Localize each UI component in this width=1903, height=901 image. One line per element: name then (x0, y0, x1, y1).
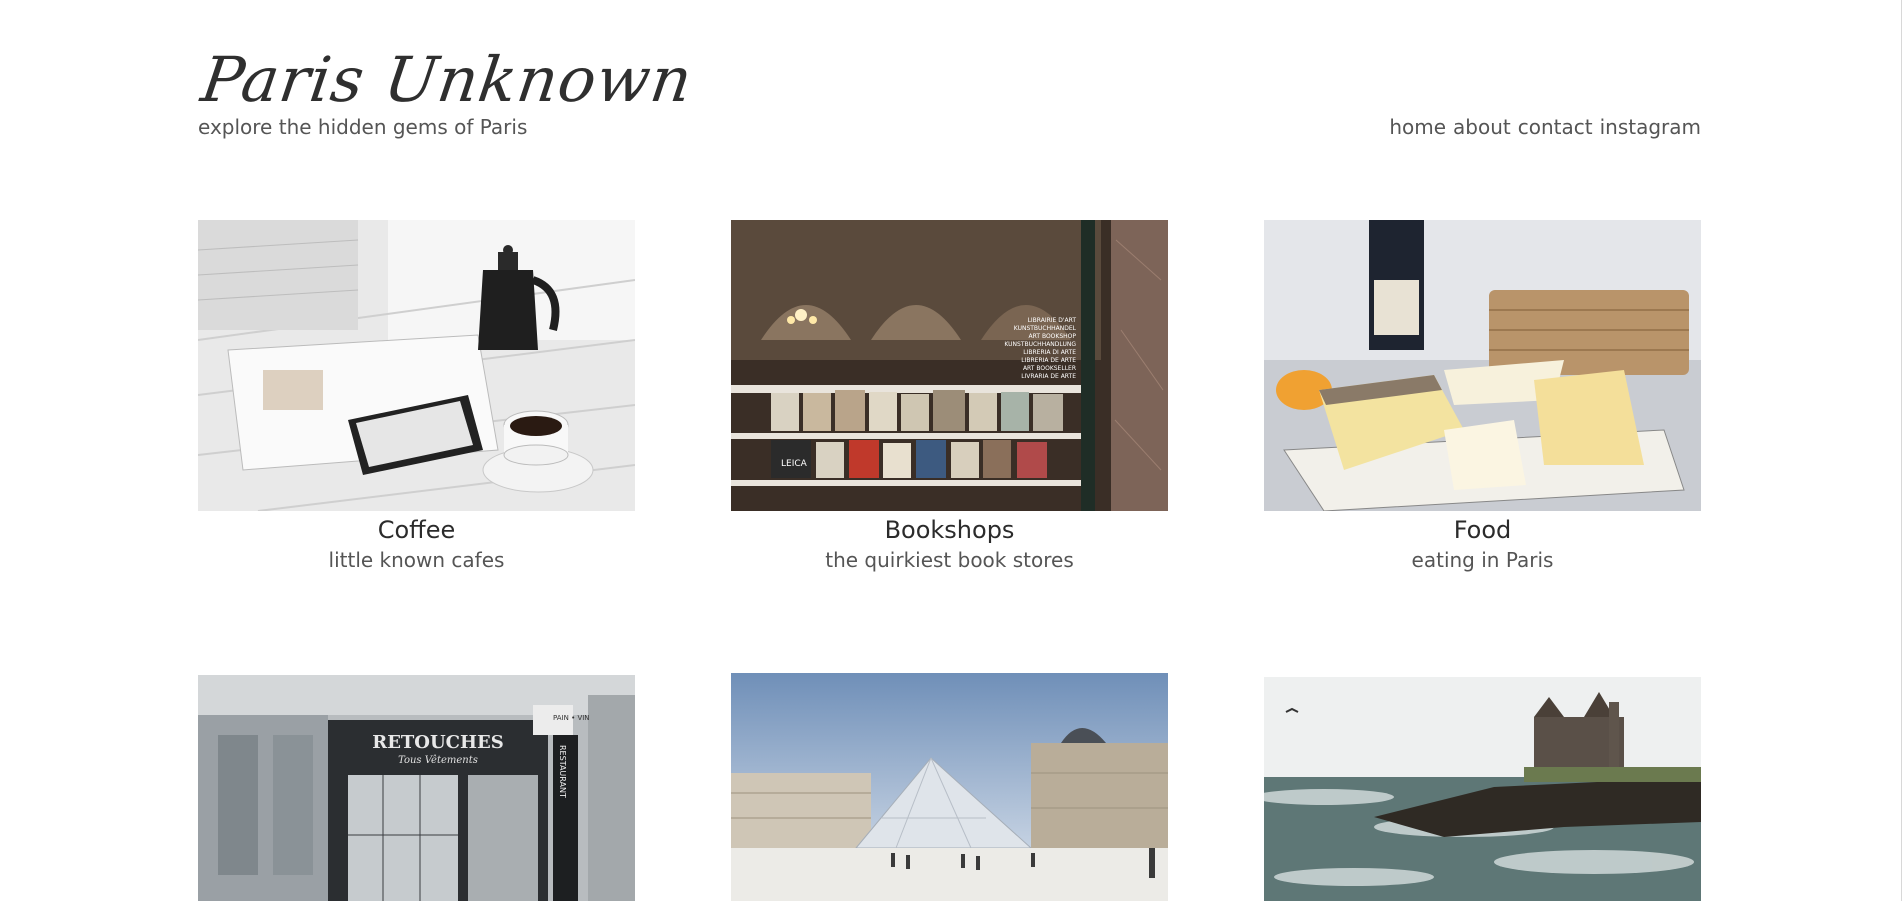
storefront-subsign-text: Tous Vêtements (398, 755, 478, 766)
bookshops-photo[interactable]: LEICA LIBRAIRIE D'ART KUNSTBUCHHANDEL AR… (731, 220, 1168, 511)
svg-text:LIBRERIA DE ARTE: LIBRERIA DE ARTE (1021, 357, 1076, 364)
storefront-corner-text: PAIN • VIN (553, 714, 590, 722)
bookshop-spine-text: LEICA (781, 459, 808, 469)
svg-text:LIVRARIA DE ARTE: LIVRARIA DE ARTE (1021, 373, 1076, 380)
card-subtitle: little known cafes (328, 548, 505, 572)
scrollbar-track[interactable] (1901, 0, 1902, 901)
card-bookshops[interactable]: LEICA LIBRAIRIE D'ART KUNSTBUCHHANDEL AR… (731, 220, 1168, 580)
coffee-photo[interactable] (198, 220, 635, 511)
svg-text:LIBRAIRIE D'ART: LIBRAIRIE D'ART (1028, 317, 1077, 324)
nav-contact-link[interactable]: contact (1518, 115, 1593, 139)
svg-text:ART BOOKSELLER: ART BOOKSELLER (1023, 365, 1076, 372)
card-subtitle: the quirkiest book stores (825, 548, 1074, 572)
svg-text:LIBRERIA DI ARTE: LIBRERIA DI ARTE (1023, 349, 1076, 356)
site-tagline: explore the hidden gems of Paris (198, 115, 528, 139)
svg-text:KUNSTBUCHHANDEL: KUNSTBUCHHANDEL (1014, 325, 1077, 332)
coast-photo[interactable] (1264, 677, 1701, 901)
card-title[interactable]: Coffee (198, 515, 635, 545)
storefront-vertical-text: RESTAURANT (558, 745, 567, 798)
storefront-photo[interactable]: RETOUCHES Tous Vêtements PAIN • VIN REST… (198, 675, 635, 901)
card-title[interactable]: Food (1264, 515, 1701, 545)
card-coffee[interactable]: Coffee little known cafes (198, 220, 635, 580)
svg-text:KUNSTBUCHHANDLUNG: KUNSTBUCHHANDLUNG (1004, 341, 1076, 348)
louvre-photo[interactable] (731, 673, 1168, 901)
card-food[interactable]: Food eating in Paris (1264, 220, 1701, 580)
svg-text:ART BOOKSHOP: ART BOOKSHOP (1029, 333, 1077, 340)
card-title[interactable]: Bookshops (731, 515, 1168, 545)
storefront-sign-text: RETOUCHES (372, 732, 504, 753)
site-logo[interactable]: Paris Unknown (197, 43, 697, 116)
food-photo[interactable] (1264, 220, 1701, 511)
card-coast[interactable] (1264, 677, 1701, 901)
nav-home-link[interactable]: home (1389, 115, 1446, 139)
card-louvre[interactable] (731, 673, 1168, 901)
main-nav: home about contact instagram (1389, 115, 1701, 139)
card-subtitle: eating in Paris (1411, 548, 1554, 572)
nav-about-link[interactable]: about (1453, 115, 1511, 139)
card-storefront[interactable]: RETOUCHES Tous Vêtements PAIN • VIN REST… (198, 675, 635, 901)
nav-instagram-link[interactable]: instagram (1600, 115, 1701, 139)
